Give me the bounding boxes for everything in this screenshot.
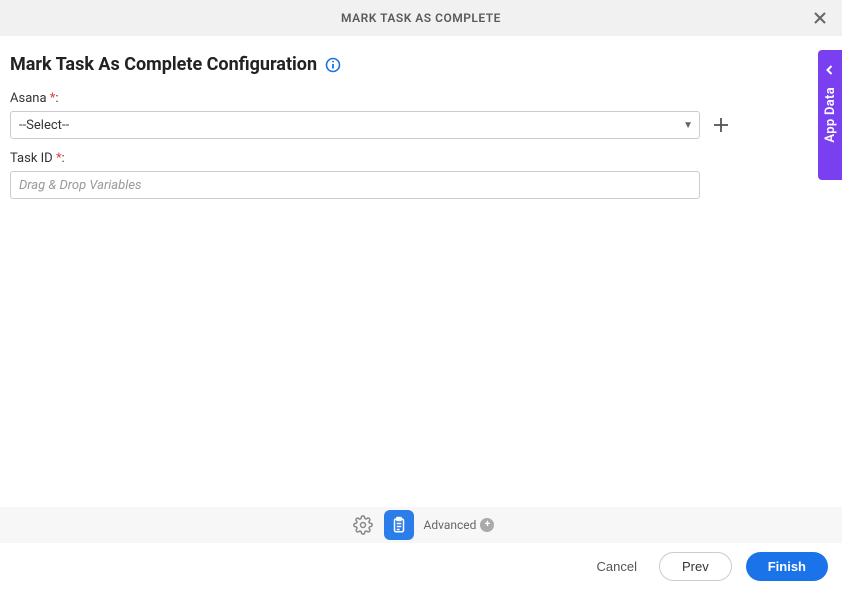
app-data-panel-toggle[interactable]: App Data [818, 50, 842, 180]
close-icon [812, 10, 828, 26]
advanced-label-text: Advanced [424, 518, 477, 532]
chevron-down-icon: ▼ [683, 120, 693, 131]
asana-label-suffix: : [55, 91, 58, 106]
add-connection-button[interactable] [710, 114, 732, 136]
gear-icon [353, 515, 373, 535]
task-id-label: Task ID *: [10, 151, 832, 166]
content-area: Mark Task As Complete Configuration Asan… [0, 36, 842, 199]
asana-field-row: --Select-- ▼ [10, 111, 832, 139]
plus-icon [712, 116, 730, 134]
settings-button[interactable] [348, 510, 378, 540]
bottom-toolbar: Advanced + [0, 507, 842, 543]
task-id-label-text: Task ID [10, 151, 56, 166]
app-data-label: App Data [823, 87, 838, 143]
task-id-input[interactable] [10, 171, 700, 199]
asana-select[interactable]: --Select-- ▼ [10, 111, 700, 139]
clipboard-button[interactable] [384, 510, 414, 540]
asana-label: Asana *: [10, 91, 832, 106]
close-button[interactable] [810, 8, 830, 28]
field-task-id: Task ID *: [10, 151, 832, 199]
page-title: Mark Task As Complete Configuration [10, 54, 317, 75]
cancel-button[interactable]: Cancel [589, 553, 645, 580]
prev-button[interactable]: Prev [659, 552, 732, 581]
header-title: MARK TASK AS COMPLETE [341, 11, 501, 25]
field-asana: Asana *: --Select-- ▼ [10, 91, 832, 139]
task-id-label-suffix: : [62, 151, 65, 166]
finish-button[interactable]: Finish [746, 552, 828, 581]
advanced-toggle[interactable]: Advanced + [424, 518, 495, 532]
page-title-row: Mark Task As Complete Configuration [10, 54, 832, 75]
plus-circle-icon: + [480, 518, 494, 532]
asana-label-text: Asana [10, 91, 50, 106]
clipboard-icon [390, 516, 408, 534]
header-bar: MARK TASK AS COMPLETE [0, 0, 842, 36]
footer-actions: Cancel Prev Finish [0, 543, 842, 590]
asana-selected-value: --Select-- [19, 118, 69, 133]
info-icon[interactable] [325, 57, 341, 73]
chevron-left-icon [825, 60, 835, 79]
